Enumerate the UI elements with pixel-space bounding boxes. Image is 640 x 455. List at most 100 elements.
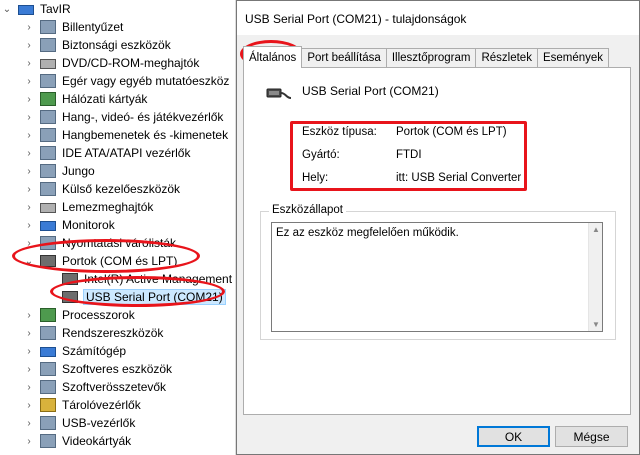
dialog-titlebar[interactable]: USB Serial Port (COM21) - tulajdonságok: [237, 1, 639, 35]
tree-item-usb-serial-port[interactable]: USB Serial Port (COM21): [62, 288, 226, 306]
tree-item-label: Lemezmeghajtók: [62, 200, 154, 214]
tree-item-label: Jungo: [62, 164, 95, 178]
software-component-icon: [40, 380, 56, 394]
dialog-title: USB Serial Port (COM21) - tulajdonságok: [245, 12, 467, 26]
chevron-right-icon[interactable]: ›: [24, 310, 34, 321]
tree-item-szoftveres[interactable]: › Szoftveres eszközök: [24, 360, 172, 378]
network-adapter-icon: [40, 92, 56, 106]
chevron-right-icon[interactable]: ›: [24, 184, 34, 195]
keyboard-icon: [40, 20, 56, 34]
cancel-button[interactable]: Mégse: [555, 426, 628, 447]
tree-root-label: TavIR: [40, 2, 71, 16]
chevron-right-icon[interactable]: ›: [24, 112, 34, 123]
tree-item-video[interactable]: › Videokártyák: [24, 432, 131, 450]
tree-item-szoftverosszetevok[interactable]: › Szoftverösszetevők: [24, 378, 166, 396]
tree-item-label: Hangbemenetek és -kimenetek: [62, 128, 229, 142]
tab-driver[interactable]: Illesztőprogram: [385, 48, 477, 67]
tree-item-hang-video[interactable]: › Hang-, videó- és játékvezérlők: [24, 108, 223, 126]
tree-item-label: Intel(R) Active Management Te: [84, 272, 248, 286]
chevron-right-icon[interactable]: ›: [24, 238, 34, 249]
tree-item-usb[interactable]: › USB-vezérlők: [24, 414, 135, 432]
device-name: USB Serial Port (COM21): [302, 84, 439, 98]
port-icon: [62, 273, 78, 285]
chevron-down-icon[interactable]: ⌄: [24, 256, 34, 267]
tab-strip: Általános Port beállítása Illesztőprogra…: [243, 46, 610, 68]
sound-icon: [40, 110, 56, 124]
tree-root[interactable]: ⌄ TavIR: [2, 0, 71, 18]
tree-item-ide[interactable]: › IDE ATA/ATAPI vezérlők: [24, 144, 190, 162]
chevron-right-icon[interactable]: ›: [24, 328, 34, 339]
chevron-right-icon[interactable]: ›: [24, 364, 34, 375]
device-status-textbox[interactable]: Ez az eszköz megfelelően működik. ▲ ▼: [271, 222, 603, 332]
monitor-icon: [40, 221, 56, 231]
chevron-right-icon[interactable]: ›: [24, 220, 34, 231]
serial-port-icon: [266, 88, 292, 99]
ok-button[interactable]: OK: [477, 426, 550, 447]
chevron-right-icon[interactable]: ›: [24, 166, 34, 177]
tree-item-label: Nyomtatási várólisták: [62, 236, 177, 250]
processor-icon: [40, 308, 56, 322]
tree-item-halozati[interactable]: › Hálózati kártyák: [24, 90, 147, 108]
chevron-right-icon[interactable]: ›: [24, 418, 34, 429]
device-type-value: Portok (COM és LPT): [396, 126, 507, 138]
chevron-right-icon[interactable]: ›: [24, 148, 34, 159]
tab-port-settings[interactable]: Port beállítása: [301, 48, 387, 67]
tree-item-jungo[interactable]: › Jungo: [24, 162, 95, 180]
tree-item-processzorok[interactable]: › Processzorok: [24, 306, 135, 324]
chevron-right-icon[interactable]: ›: [24, 58, 34, 69]
chevron-right-icon[interactable]: ›: [24, 382, 34, 393]
chevron-right-icon[interactable]: ›: [24, 346, 34, 357]
tree-item-label: IDE ATA/ATAPI vezérlők: [62, 146, 191, 160]
tree-item-label: Videokártyák: [62, 434, 132, 448]
scroll-up-icon[interactable]: ▲: [592, 225, 600, 234]
hid-icon: [40, 182, 56, 196]
tree-item-label: DVD/CD-ROM-meghajtók: [62, 56, 200, 70]
tree-item-label: Hálózati kártyák: [62, 92, 148, 106]
tree-item-biztonsagi[interactable]: › Biztonsági eszközök: [24, 36, 171, 54]
location-label: Hely:: [302, 172, 329, 184]
tree-item-eger[interactable]: › Egér vagy egyéb mutatóeszköz: [24, 72, 229, 90]
tree-item-label: Portok (COM és LPT): [62, 254, 178, 268]
tree-item-intel-amt[interactable]: Intel(R) Active Management Te: [62, 270, 248, 288]
tree-item-label: Külső kezelőeszközök: [62, 182, 181, 196]
tree-item-kulso[interactable]: › Külső kezelőeszközök: [24, 180, 180, 198]
chevron-right-icon[interactable]: ›: [24, 130, 34, 141]
scroll-down-icon[interactable]: ▼: [592, 320, 600, 329]
tab-details[interactable]: Részletek: [475, 48, 538, 67]
tree-item-billentyuzet[interactable]: › Billentyűzet: [24, 18, 123, 36]
tree-item-label: Biztonsági eszközök: [62, 38, 171, 52]
tree-item-lemez[interactable]: › Lemezmeghajtók: [24, 198, 153, 216]
tree-item-rendszer[interactable]: › Rendszereszközök: [24, 324, 163, 342]
status-scrollbar[interactable]: ▲ ▼: [588, 223, 602, 331]
tree-item-label: Egér vagy egyéb mutatóeszköz: [62, 74, 230, 88]
tab-general[interactable]: Általános: [243, 46, 303, 68]
chevron-right-icon[interactable]: ›: [24, 436, 34, 447]
tree-item-hangbemenetek[interactable]: › Hangbemenetek és -kimenetek: [24, 126, 228, 144]
manufacturer-value: FTDI: [396, 149, 422, 161]
tree-item-portok[interactable]: ⌄ Portok (COM és LPT): [24, 252, 178, 270]
tree-item-tarolo[interactable]: › Tárolóvezérlők: [24, 396, 141, 414]
mouse-icon: [40, 74, 56, 88]
tree-item-label: Monitorok: [62, 218, 115, 232]
device-status-text: Ez az eszköz megfelelően működik.: [276, 227, 459, 239]
tree-item-label: Rendszereszközök: [62, 326, 164, 340]
usb-controller-icon: [40, 416, 56, 430]
chevron-right-icon[interactable]: ›: [24, 400, 34, 411]
device-type-label: Eszköz típusa:: [302, 126, 377, 138]
device-status-group: Eszközállapot Ez az eszköz megfelelően m…: [260, 204, 616, 340]
system-device-icon: [40, 326, 56, 340]
chevron-right-icon[interactable]: ›: [24, 22, 34, 33]
tab-events[interactable]: Események: [536, 48, 610, 67]
chevron-right-icon[interactable]: ›: [24, 40, 34, 51]
port-icon: [62, 291, 78, 303]
chevron-down-icon[interactable]: ⌄: [2, 4, 12, 15]
properties-dialog: USB Serial Port (COM21) - tulajdonságok …: [236, 0, 640, 455]
tree-item-monitorok[interactable]: › Monitorok: [24, 216, 115, 234]
tree-item-dvd[interactable]: › DVD/CD-ROM-meghajtók: [24, 54, 199, 72]
tree-item-nyomtatasi[interactable]: › Nyomtatási várólisták: [24, 234, 176, 252]
tree-item-label: USB-vezérlők: [62, 416, 136, 430]
tree-item-szamitogep[interactable]: › Számítógép: [24, 342, 126, 360]
chevron-right-icon[interactable]: ›: [24, 94, 34, 105]
chevron-right-icon[interactable]: ›: [24, 202, 34, 213]
chevron-right-icon[interactable]: ›: [24, 76, 34, 87]
